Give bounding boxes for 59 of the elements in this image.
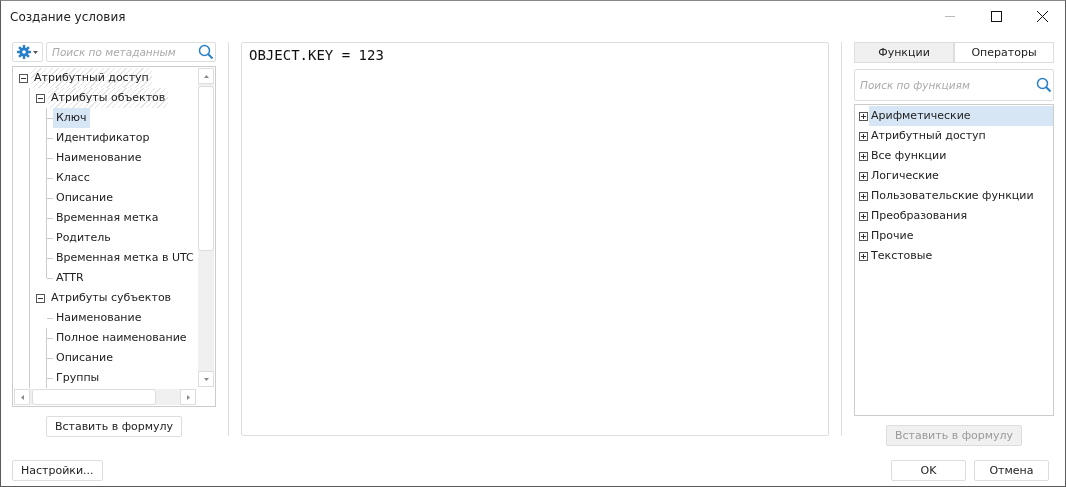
list-item[interactable]: Все функции bbox=[869, 146, 1053, 166]
left-arrow-icon bbox=[20, 394, 24, 400]
up-arrow-icon bbox=[203, 74, 209, 78]
tree-item[interactable]: Описание bbox=[53, 348, 116, 368]
expand-icon[interactable] bbox=[859, 231, 868, 241]
down-arrow-icon bbox=[203, 377, 209, 381]
list-item[interactable]: Преобразования bbox=[869, 206, 1053, 226]
tree-item[interactable]: Наименование bbox=[53, 308, 145, 328]
tree-item[interactable]: Полное наименование bbox=[53, 328, 190, 348]
expand-icon[interactable] bbox=[859, 251, 868, 261]
ok-button[interactable]: OK bbox=[891, 460, 966, 481]
expand-icon[interactable] bbox=[859, 211, 868, 221]
gear-icon bbox=[17, 45, 31, 59]
settings-menu-button[interactable] bbox=[12, 42, 43, 62]
tree-item[interactable]: Временная метка в UTC bbox=[53, 248, 197, 268]
tree-item[interactable]: Атрибутный доступ bbox=[31, 68, 152, 88]
close-icon[interactable] bbox=[1036, 11, 1048, 22]
tree-item[interactable]: Описание bbox=[53, 188, 116, 208]
tree-item[interactable]: Наименование bbox=[53, 148, 145, 168]
list-item[interactable]: Логические bbox=[869, 166, 1053, 186]
vertical-scrollbar[interactable] bbox=[198, 68, 214, 387]
collapse-icon[interactable] bbox=[19, 73, 28, 83]
expand-icon[interactable] bbox=[859, 111, 868, 121]
search-icon bbox=[198, 44, 214, 60]
tab[interactable]: Операторы bbox=[954, 42, 1054, 63]
list-item[interactable]: Прочие bbox=[869, 226, 1053, 246]
collapse-icon[interactable] bbox=[36, 293, 45, 303]
insert-button: Вставить в формулу bbox=[885, 425, 1023, 446]
search-field[interactable]: Поиск по функциям bbox=[854, 69, 1054, 101]
tree-item[interactable]: Атрибуты объектов bbox=[48, 88, 169, 108]
horizontal-scrollbar[interactable] bbox=[14, 389, 196, 405]
list-item[interactable]: Пользовательские функции bbox=[869, 186, 1053, 206]
tree-item[interactable]: Группы bbox=[53, 368, 103, 388]
expand-icon[interactable] bbox=[859, 151, 868, 161]
collapse-icon[interactable] bbox=[36, 93, 45, 103]
tree-item[interactable]: Идентификатор bbox=[53, 128, 153, 148]
tree-item[interactable]: ATTR bbox=[53, 268, 87, 288]
insert-button[interactable]: Вставить в формулу bbox=[45, 416, 183, 437]
list-item[interactable]: Арифметические bbox=[869, 106, 1053, 126]
expand-icon[interactable] bbox=[859, 131, 868, 141]
maximize-icon[interactable] bbox=[990, 11, 1002, 22]
expand-icon[interactable] bbox=[859, 171, 868, 181]
tree-item[interactable]: Родитель bbox=[53, 228, 114, 248]
formula-editor[interactable]: OBJECT.KEY = 123 bbox=[241, 42, 829, 436]
search-icon bbox=[1036, 77, 1052, 93]
list-item[interactable]: Атрибутный доступ bbox=[869, 126, 1053, 146]
tree-item[interactable]: Класс bbox=[53, 168, 93, 188]
caret-icon bbox=[33, 50, 38, 54]
expand-icon[interactable] bbox=[859, 191, 868, 201]
tab[interactable]: Функции bbox=[854, 42, 954, 63]
tree-item[interactable]: Ключ bbox=[53, 108, 90, 128]
settings-button[interactable]: Настройки... bbox=[12, 460, 103, 481]
cancel-button[interactable]: Отмена bbox=[974, 460, 1049, 481]
tree-item[interactable]: Атрибуты субъектов bbox=[48, 288, 175, 308]
list-item[interactable]: Текстовые bbox=[869, 246, 1053, 266]
tree-item[interactable]: Временная метка bbox=[53, 208, 162, 228]
search-field[interactable]: Поиск по метаданным bbox=[46, 42, 216, 62]
right-arrow-icon bbox=[186, 394, 190, 400]
window-title: Создание условия bbox=[10, 9, 127, 24]
